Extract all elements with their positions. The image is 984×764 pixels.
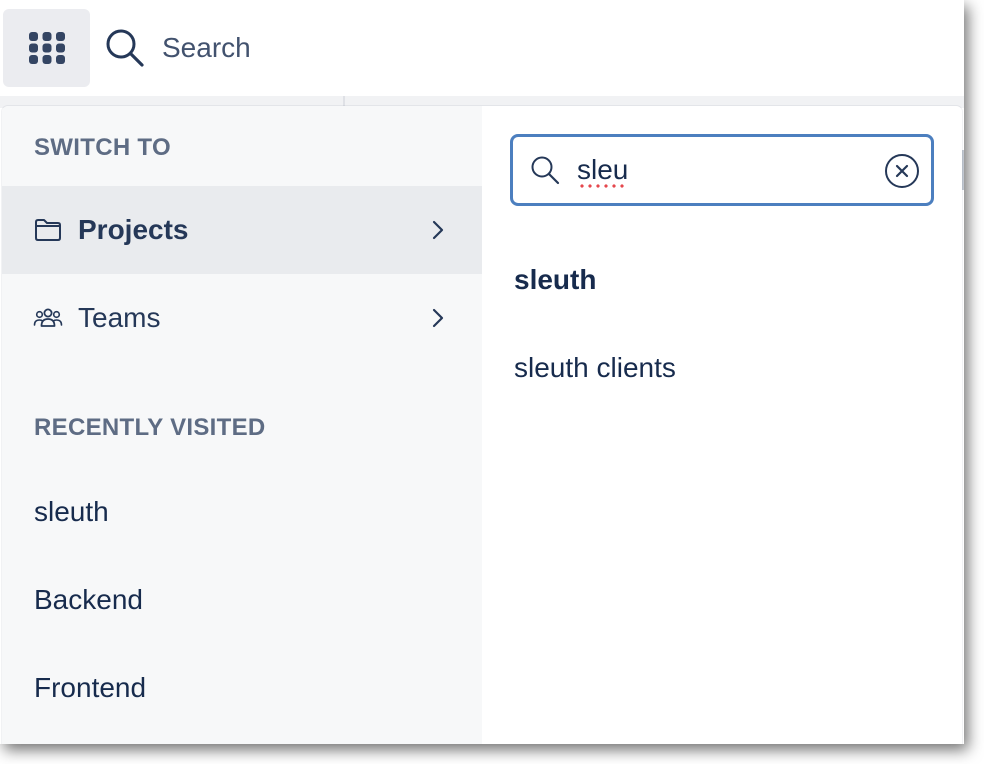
nav-item-label: Projects	[78, 214, 189, 245]
search-label: Search	[162, 32, 251, 63]
search-icon	[531, 156, 560, 185]
clear-icon[interactable]	[883, 152, 921, 190]
switcher-dropdown: SWITCH TO Projects Teams RECENTLY VISITE…	[2, 106, 962, 744]
people-icon	[32, 302, 64, 334]
search-result-item[interactable]: sleuth clients	[514, 352, 676, 384]
spellcheck-underline	[578, 183, 626, 189]
global-search[interactable]: Search	[104, 26, 251, 70]
search-result-item[interactable]: sleuth	[514, 264, 596, 296]
grid-icon	[28, 32, 65, 64]
recently-visited-heading: RECENTLY VISITED	[34, 414, 266, 441]
top-bar: Search	[0, 0, 964, 96]
recent-item[interactable]: Frontend	[34, 672, 146, 704]
recent-item[interactable]: sleuth	[34, 496, 109, 528]
background-scroll-edge	[962, 150, 964, 190]
chevron-right-icon	[432, 220, 444, 240]
recent-item[interactable]: Backend	[34, 584, 143, 616]
project-search-box	[510, 134, 934, 206]
nav-item-label: Teams	[78, 302, 161, 333]
nav-item-projects[interactable]: Projects	[2, 186, 482, 274]
chevron-right-icon	[432, 308, 444, 328]
switcher-nav-pane: SWITCH TO Projects Teams RECENTLY VISITE…	[2, 106, 482, 744]
switch-to-heading: SWITCH TO	[34, 134, 171, 161]
search-icon	[106, 29, 144, 67]
nav-item-teams[interactable]: Teams	[2, 274, 482, 362]
app-window: Search SWITCH TO Projects Teams RECENTLY…	[0, 0, 964, 744]
app-switcher-button[interactable]	[3, 9, 90, 87]
search-results-pane: sleuth sleuth clients	[482, 106, 962, 744]
folder-icon	[32, 214, 64, 246]
